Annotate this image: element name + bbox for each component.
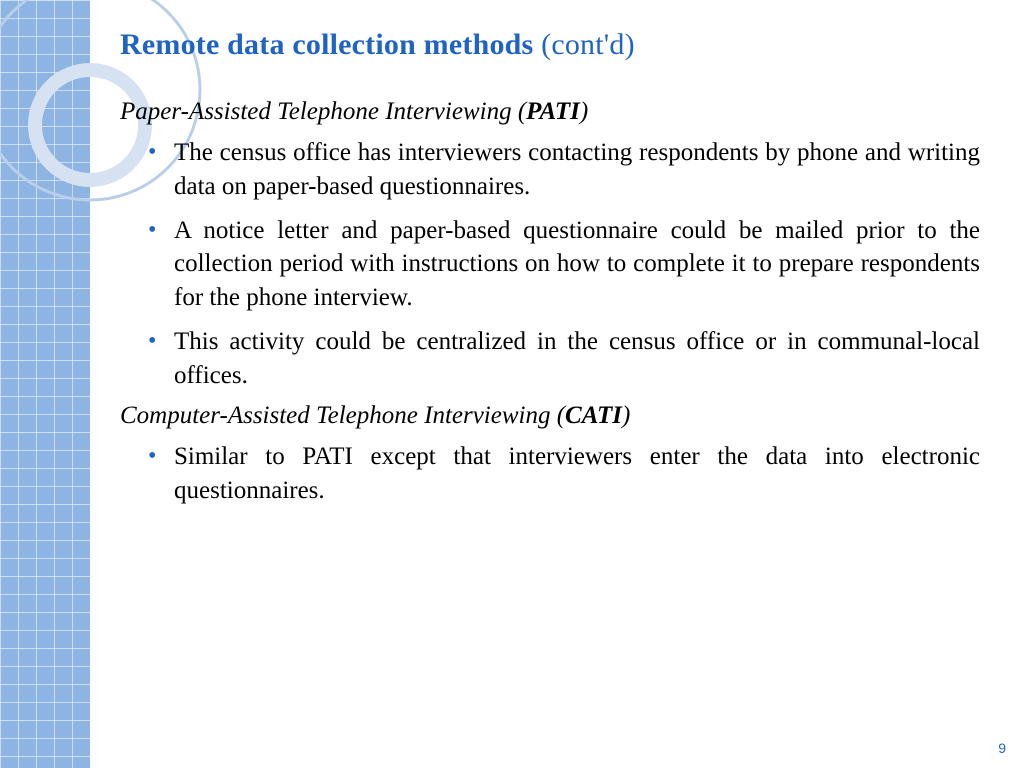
section2-bullets: Similar to PATI except that interviewers…	[148, 440, 980, 508]
title-main: Remote data collection methods	[120, 28, 541, 61]
slide-title: Remote data collection methods (cont'd)	[120, 28, 984, 62]
bullet-item: Similar to PATI except that interviewers…	[148, 440, 980, 508]
title-contd: (cont'd)	[541, 28, 635, 61]
section2-post: )	[622, 402, 630, 429]
section1-post: )	[580, 98, 588, 125]
bullet-item: The census office has interviewers conta…	[148, 136, 980, 204]
sidebar-decoration	[0, 0, 90, 768]
grid-pattern	[0, 0, 90, 768]
section1-heading: Paper-Assisted Telephone Interviewing (P…	[120, 98, 984, 126]
section2-pre: Computer-Assisted Telephone Interviewing…	[120, 402, 565, 429]
section1-acronym: PATI	[526, 98, 580, 125]
section1-bullets: The census office has interviewers conta…	[148, 136, 980, 392]
section1-pre: Paper-Assisted Telephone Interviewing (	[120, 98, 526, 125]
page-number: 9	[998, 740, 1006, 756]
section2-heading: Computer-Assisted Telephone Interviewing…	[120, 402, 984, 430]
bullet-item: A notice letter and paper-based question…	[148, 214, 980, 315]
section2-acronym: CATI	[565, 402, 622, 429]
bullet-item: This activity could be centralized in th…	[148, 325, 980, 393]
slide-content: Remote data collection methods (cont'd) …	[120, 28, 984, 518]
